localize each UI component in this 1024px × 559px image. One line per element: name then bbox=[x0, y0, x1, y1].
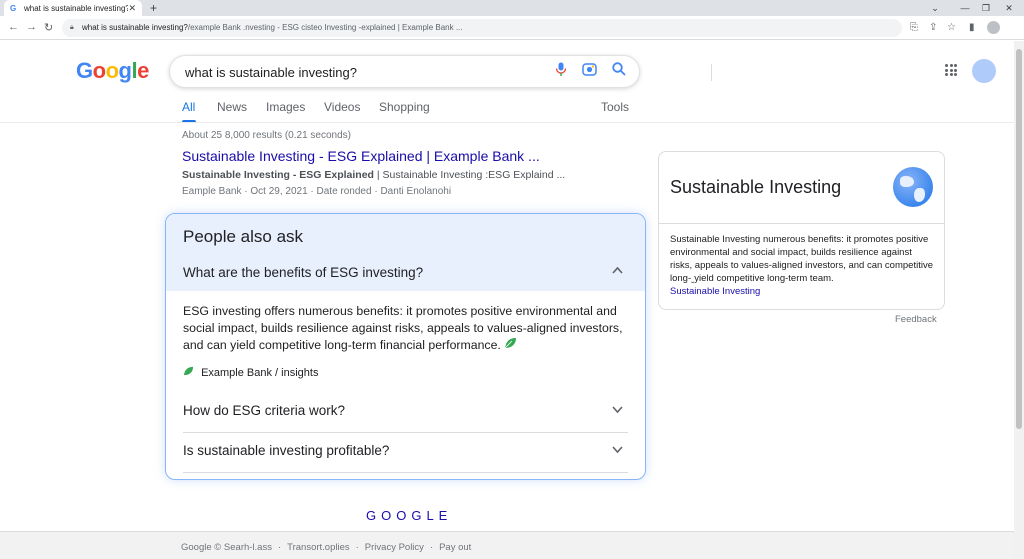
globe-icon bbox=[893, 167, 933, 207]
search-tabs: All News Images Videos Shopping bbox=[182, 100, 642, 123]
paa-divider bbox=[183, 432, 628, 433]
paa-source[interactable]: Example Bank / insights bbox=[183, 366, 318, 379]
result-snippet: Sustainable Investing - ESG Explained | … bbox=[182, 169, 565, 181]
side-panel-icon[interactable]: ▮ bbox=[969, 22, 975, 33]
page-scrollbar[interactable] bbox=[1014, 41, 1024, 559]
footer: Google © Searh-l.ass · Transort.oplies · Pri… bbox=[0, 531, 1014, 559]
snippet-bold: Sustainable Investing - ESG Explained bbox=[182, 169, 374, 181]
logo-letter: o bbox=[105, 58, 119, 83]
camera-lens-icon[interactable] bbox=[582, 62, 597, 79]
result-title-link[interactable]: Sustainable Investing - ESG Explained | … bbox=[182, 148, 540, 164]
footer-link[interactable]: Transort.oplies bbox=[287, 542, 349, 553]
browser-profile-avatar[interactable] bbox=[987, 21, 1000, 34]
kp-description: Sustainable Investing numerous benefits:… bbox=[670, 234, 933, 284]
footer-link[interactable]: Privacy Policy bbox=[365, 542, 424, 553]
people-also-ask: People also ask What are the benefits of… bbox=[165, 213, 646, 480]
url-host: what is sustainable investing? bbox=[82, 23, 188, 32]
chevron-down-icon[interactable] bbox=[612, 445, 623, 457]
lock-icon: 🔒︎ bbox=[70, 24, 74, 31]
kp-link[interactable]: Sustainable Investing bbox=[670, 286, 760, 297]
knowledge-panel: Sustainable Investing Sustainable Invest… bbox=[658, 151, 945, 310]
kp-divider bbox=[659, 223, 944, 224]
footer-link[interactable]: Google © Searh-l.ass bbox=[181, 542, 272, 553]
search-input[interactable]: what is sustainable investing? bbox=[169, 55, 712, 88]
account-avatar[interactable] bbox=[972, 59, 996, 83]
scrollbar-thumb[interactable] bbox=[1016, 49, 1022, 429]
result-meta: Eample Bank · Oct 29, 2021 · Date ronded… bbox=[182, 186, 452, 197]
chevron-up-icon[interactable] bbox=[612, 265, 623, 277]
leaf-icon bbox=[183, 366, 194, 379]
feedback-link[interactable]: Feedback bbox=[895, 314, 937, 325]
tools-button[interactable]: Tools bbox=[601, 100, 629, 114]
new-tab-button[interactable]: + bbox=[150, 0, 157, 16]
tab-videos[interactable]: Videos bbox=[324, 100, 360, 114]
footer-links: Google © Searh-l.ass · Transort.oplies · Pri… bbox=[181, 542, 472, 553]
kp-title: Sustainable Investing bbox=[670, 177, 842, 197]
footer-link[interactable]: Pay out bbox=[439, 542, 471, 553]
result-stats: About 25 8,000 results (0.21 seconds) bbox=[182, 130, 351, 141]
minimize-icon[interactable]: — bbox=[955, 0, 975, 16]
url-bar[interactable]: 🔒︎ what is sustainable investing?/exampl… bbox=[62, 19, 902, 37]
bookmark-star-icon[interactable]: ☆ bbox=[947, 22, 956, 33]
search-results-page: Google what is sustainable investing? Al… bbox=[0, 41, 1014, 559]
restore-icon[interactable]: ❐ bbox=[976, 0, 996, 16]
search-query[interactable]: what is sustainable investing? bbox=[185, 65, 357, 80]
paa-answer-text: ESG investing offers numerous benefits: … bbox=[183, 304, 623, 352]
paa-source-text: Example Bank / insights bbox=[201, 367, 319, 379]
search-divider bbox=[711, 64, 712, 81]
search-icon[interactable] bbox=[612, 62, 626, 79]
paa-question-expanded[interactable]: What are the benefits of ESG investing? bbox=[183, 265, 423, 280]
footer-logo: GOOGLE bbox=[366, 508, 453, 523]
google-logo[interactable]: Google bbox=[76, 58, 149, 84]
paa-answer: ESG investing offers numerous benefits: … bbox=[183, 303, 623, 354]
logo-letter: g bbox=[118, 58, 132, 83]
tab-close-icon[interactable]: ✕ bbox=[128, 3, 136, 14]
leaf-icon bbox=[504, 338, 517, 352]
back-arrow-icon[interactable]: ← bbox=[8, 21, 19, 33]
tab-shopping[interactable]: Shopping bbox=[379, 100, 430, 114]
translate-icon[interactable]: ⎘ bbox=[910, 22, 918, 33]
tab-news[interactable]: News bbox=[217, 100, 247, 114]
logo-letter: G bbox=[76, 58, 93, 83]
logo-letter: o bbox=[92, 58, 106, 83]
browser-tab[interactable]: G what is sustainable investing? ✕ bbox=[4, 0, 142, 16]
tab-search-chevron-icon[interactable]: ⌄ bbox=[925, 0, 945, 16]
paa-question[interactable]: How do ESG criteria work? bbox=[183, 403, 345, 418]
forward-arrow-icon[interactable]: → bbox=[26, 21, 37, 33]
microphone-icon[interactable] bbox=[555, 62, 567, 80]
tab-all[interactable]: All bbox=[182, 100, 195, 114]
url-path: /example Bank .nvesting - ESG cisteo Inv… bbox=[187, 23, 463, 32]
paa-title: People also ask bbox=[183, 227, 304, 246]
paa-question[interactable]: Is sustainable investing profitable? bbox=[183, 443, 389, 458]
address-toolbar: ← → ↻ 🔒︎ what is sustainable investing?/… bbox=[0, 16, 1024, 40]
reload-icon[interactable]: ↻ bbox=[44, 21, 53, 34]
google-apps-icon[interactable] bbox=[945, 64, 957, 76]
chevron-down-icon[interactable] bbox=[612, 405, 623, 417]
browser-tab-bar: G what is sustainable investing? ✕ + ⌄ —… bbox=[0, 0, 1024, 16]
tab-images[interactable]: Images bbox=[266, 100, 305, 114]
share-icon[interactable]: ⇪ bbox=[929, 22, 937, 33]
tab-title: what is sustainable investing? bbox=[24, 3, 129, 13]
logo-letter: e bbox=[137, 58, 149, 83]
close-window-icon[interactable]: ✕ bbox=[999, 0, 1019, 16]
snippet-rest: | Sustainable Investing :ESG Explaind ..… bbox=[373, 169, 566, 181]
google-favicon-icon: G bbox=[10, 3, 17, 13]
header-divider bbox=[0, 122, 1014, 123]
